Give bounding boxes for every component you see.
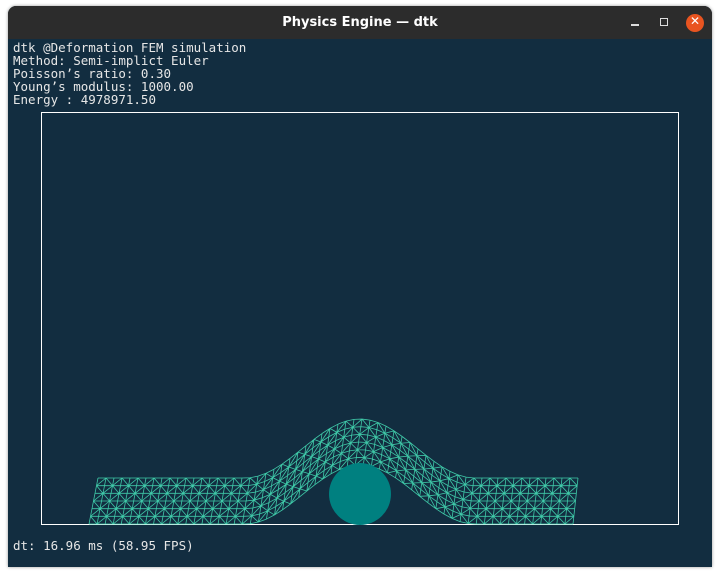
simulation-boundary: [41, 112, 679, 525]
frame-time-status: dt: 16.96 ms (58.95 FPS): [13, 538, 194, 553]
rigid-ball: [329, 463, 391, 525]
app-window: Physics Engine — dtk ✕ dtk @Deformation …: [8, 6, 712, 567]
simulation-canvas[interactable]: [8, 6, 712, 567]
